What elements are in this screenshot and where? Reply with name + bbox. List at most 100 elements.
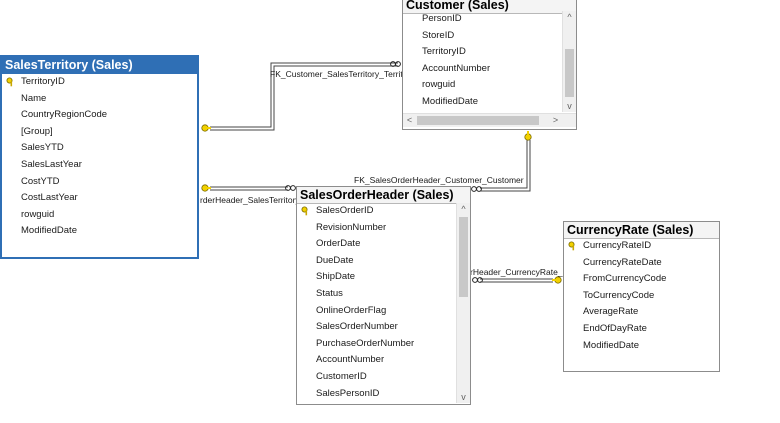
column-name: StoreID [422,29,455,41]
column-row[interactable]: ModifiedDate [564,338,719,355]
column-row[interactable]: SalesYTD [2,140,197,157]
vertical-scrollbar[interactable]: ^ v [456,203,470,403]
relationship-label-order-customer[interactable]: FK_SalesOrderHeader_Customer_CustomerID [354,175,524,185]
column-name: Name [21,92,47,104]
key-icon [201,184,211,192]
column-row[interactable]: OrderDate [297,236,456,253]
table-title[interactable]: CurrencyRate (Sales) [564,222,719,239]
column-row[interactable]: DueDate [297,253,456,270]
column-row[interactable]: StoreID [403,28,562,45]
relationship-label-order-currency[interactable]: rHeader_CurrencyRate_C [470,267,563,277]
column-list: CurrencyRateID CurrencyRateDate FromCurr… [564,238,719,354]
column-row[interactable]: TerritoryID [2,74,197,91]
column-name: SalesOrderNumber [316,321,398,333]
column-row[interactable]: ModifiedDate [403,94,562,111]
column-name: SalesYTD [21,142,64,154]
horizontal-scrollbar[interactable]: < > [403,113,576,127]
table-customer[interactable]: Customer (Sales) PersonID StoreID Territ… [402,0,577,130]
column-name: AccountNumber [422,62,491,74]
column-row[interactable]: OnlineOrderFlag [297,303,456,320]
column-row[interactable]: SalesLastYear [2,157,197,174]
vertical-scrollbar[interactable]: ^ v [562,11,576,112]
column-row[interactable]: AverageRate [564,304,719,321]
column-name: PurchaseOrderNumber [316,337,415,349]
column-row[interactable]: AccountNumber [297,352,456,369]
column-name: DueDate [316,254,354,266]
column-row[interactable]: ModifiedDate [2,223,197,240]
column-row[interactable]: RevisionNumber [297,220,456,237]
key-icon [201,124,211,132]
table-sales-territory[interactable]: SalesTerritory (Sales) TerritoryID Name … [0,55,199,259]
column-row[interactable]: CurrencyRateID [564,238,719,255]
column-name: CostLastYear [21,192,78,204]
table-sales-order-header[interactable]: SalesOrderHeader (Sales) SalesOrderID Re… [296,186,471,405]
scroll-left-icon[interactable]: < [403,114,416,126]
column-name: ModifiedDate [21,225,77,237]
scroll-down-icon[interactable]: v [563,100,576,112]
column-name: ModifiedDate [583,339,639,351]
column-name: RevisionNumber [316,221,387,233]
relationship-label-order-territory[interactable]: rderHeader_SalesTerritory_ [200,195,298,205]
column-row[interactable]: ToCurrencyCode [564,288,719,305]
column-row[interactable]: SalesOrderNumber [297,319,456,336]
column-name: ModifiedDate [422,95,478,107]
column-row[interactable]: CustomerID [297,369,456,386]
column-row[interactable]: SalesPersonID [297,386,456,403]
column-name: TerritoryID [422,46,466,58]
column-row[interactable]: CostYTD [2,174,197,191]
column-row[interactable]: TerritoryID [403,44,562,61]
table-currency-rate[interactable]: CurrencyRate (Sales) CurrencyRateID Curr… [563,221,720,372]
scrollbar-thumb[interactable] [565,49,574,97]
column-name: rowguid [422,79,456,91]
column-name: OrderDate [316,238,361,250]
column-row[interactable]: ShipDate [297,269,456,286]
column-name: FromCurrencyCode [583,273,667,285]
key-icon [568,241,575,251]
column-name: SalesLastYear [21,158,82,170]
scroll-right-icon[interactable]: > [549,114,562,126]
column-list: PersonID StoreID TerritoryID AccountNumb… [403,11,562,111]
column-row[interactable]: Status [297,286,456,303]
column-name: ShipDate [316,271,356,283]
column-row[interactable]: rowguid [2,207,197,224]
column-row[interactable]: SalesOrderID [297,203,456,220]
column-row[interactable]: CostLastYear [2,190,197,207]
column-row[interactable]: EndOfDayRate [564,321,719,338]
scrollbar-thumb[interactable] [459,217,468,297]
column-row[interactable]: Name [2,91,197,108]
scroll-up-icon[interactable]: ^ [563,11,576,23]
key-icon [524,131,532,141]
column-list: SalesOrderID RevisionNumber OrderDate Du… [297,203,456,402]
table-title[interactable]: SalesTerritory (Sales) [2,57,197,74]
column-name: ToCurrencyCode [583,289,655,301]
column-name: CountryRegionCode [21,109,108,121]
column-row[interactable]: [Group] [2,124,197,141]
column-row[interactable]: PersonID [403,11,562,28]
column-row[interactable]: rowguid [403,77,562,94]
column-name: CustomerID [316,370,367,382]
infinity-icon [471,186,482,192]
column-row[interactable]: CurrencyRateDate [564,255,719,272]
relationship-label-customer-territory[interactable]: FK_Customer_SalesTerritory_Territor [270,69,403,79]
column-name: CostYTD [21,175,60,187]
infinity-icon [472,277,483,283]
key-icon [552,276,562,284]
column-row[interactable]: AccountNumber [403,61,562,78]
column-row[interactable]: PurchaseOrderNumber [297,336,456,353]
column-list: TerritoryID Name CountryRegionCode [Grou… [2,74,197,240]
relationship-order-currency[interactable] [472,276,562,284]
column-row[interactable]: FromCurrencyCode [564,271,719,288]
column-name: Status [316,287,343,299]
infinity-icon [285,185,296,191]
scrollbar-thumb[interactable] [417,116,539,125]
column-name: [Group] [21,125,53,137]
table-title[interactable]: SalesOrderHeader (Sales) [297,187,470,204]
column-name: AccountNumber [316,354,385,366]
column-name: CurrencyRateID [583,240,652,251]
column-name: PersonID [422,13,462,24]
column-name: TerritoryID [21,76,65,87]
column-row[interactable]: CountryRegionCode [2,107,197,124]
scroll-down-icon[interactable]: v [457,391,470,403]
relationship-order-territory[interactable] [201,184,296,192]
scroll-up-icon[interactable]: ^ [457,203,470,215]
